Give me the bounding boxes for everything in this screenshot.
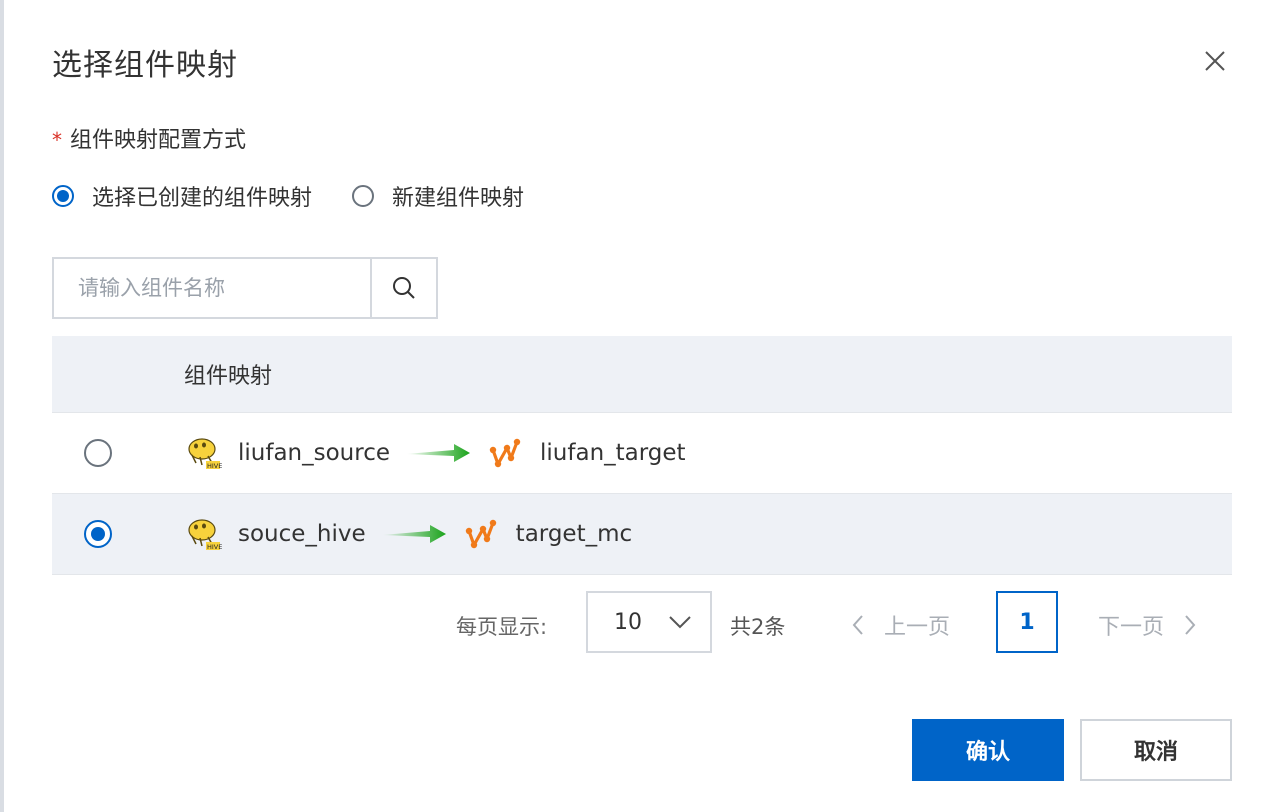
pagination: 每页显示: 10 共2条 上一页 1 下一页	[4, 591, 1274, 655]
mapping-arrow-icon	[406, 444, 471, 462]
hive-icon: HIVE	[188, 519, 222, 551]
next-page-label: 下一页	[1098, 615, 1165, 640]
page-size-label: 每页显示:	[456, 615, 548, 639]
component-search	[52, 257, 438, 319]
chevron-down-icon	[669, 616, 691, 629]
row-radio[interactable]	[84, 439, 112, 467]
target-name: liufan_target	[540, 440, 686, 466]
search-button[interactable]	[370, 259, 436, 317]
config-mode-radio-group: 选择已创建的组件映射 新建组件映射	[52, 180, 524, 212]
page-size-value: 10	[614, 609, 642, 635]
target-name: target_mc	[515, 521, 633, 547]
option-select-existing[interactable]: 选择已创建的组件映射	[52, 180, 312, 212]
row-radio[interactable]	[84, 520, 112, 548]
svg-text:HIVE: HIVE	[207, 462, 222, 470]
mapping-table: 组件映射 HIVE liufan_source liufan_target HI…	[52, 336, 1232, 575]
mapping-arrow-icon	[381, 525, 446, 543]
mapping-cell: HIVE liufan_source liufan_target	[186, 435, 686, 471]
dialog-title: 选择组件映射	[52, 48, 238, 83]
chevron-right-icon	[1185, 615, 1196, 635]
select-component-mapping-dialog: 选择组件映射 * 组件映射配置方式 选择已创建的组件映射 新建组件映射 组件映射	[4, 0, 1274, 812]
total-count: 共2条	[730, 615, 786, 639]
table-header: 组件映射	[52, 336, 1232, 413]
page-size-select[interactable]: 10	[586, 591, 712, 653]
next-page-button[interactable]: 下一页	[1098, 609, 1198, 641]
source-name: souce_hive	[238, 521, 366, 547]
svg-text:HIVE: HIVE	[207, 543, 222, 551]
search-input[interactable]	[54, 259, 370, 317]
maxcompute-icon	[489, 438, 521, 468]
table-row[interactable]: HIVE liufan_source liufan_target	[52, 413, 1232, 494]
chevron-left-icon	[852, 615, 863, 635]
header-component-mapping: 组件映射	[184, 364, 273, 389]
config-mode-label: * 组件映射配置方式	[52, 122, 246, 154]
close-button[interactable]	[1200, 46, 1230, 76]
table-row[interactable]: HIVE souce_hive target_mc	[52, 494, 1232, 575]
radio-create-new[interactable]	[352, 185, 375, 207]
mapping-cell: HIVE souce_hive target_mc	[186, 516, 632, 552]
confirm-button[interactable]: 确认	[912, 719, 1064, 781]
option-create-new-label: 新建组件映射	[392, 186, 525, 211]
cancel-button[interactable]: 取消	[1080, 719, 1232, 781]
required-mark: *	[52, 128, 62, 152]
prev-page-button[interactable]: 上一页	[850, 609, 950, 641]
maxcompute-icon	[465, 519, 496, 549]
option-create-new[interactable]: 新建组件映射	[352, 180, 524, 212]
prev-page-label: 上一页	[884, 615, 951, 640]
config-mode-label-text: 组件映射配置方式	[70, 128, 247, 153]
close-icon	[1205, 51, 1225, 71]
hive-icon: HIVE	[188, 438, 222, 470]
search-icon	[393, 277, 415, 299]
source-name: liufan_source	[238, 440, 391, 466]
radio-select-existing[interactable]	[52, 185, 74, 207]
page-1-button[interactable]: 1	[996, 591, 1058, 653]
option-select-existing-label: 选择已创建的组件映射	[92, 186, 313, 211]
